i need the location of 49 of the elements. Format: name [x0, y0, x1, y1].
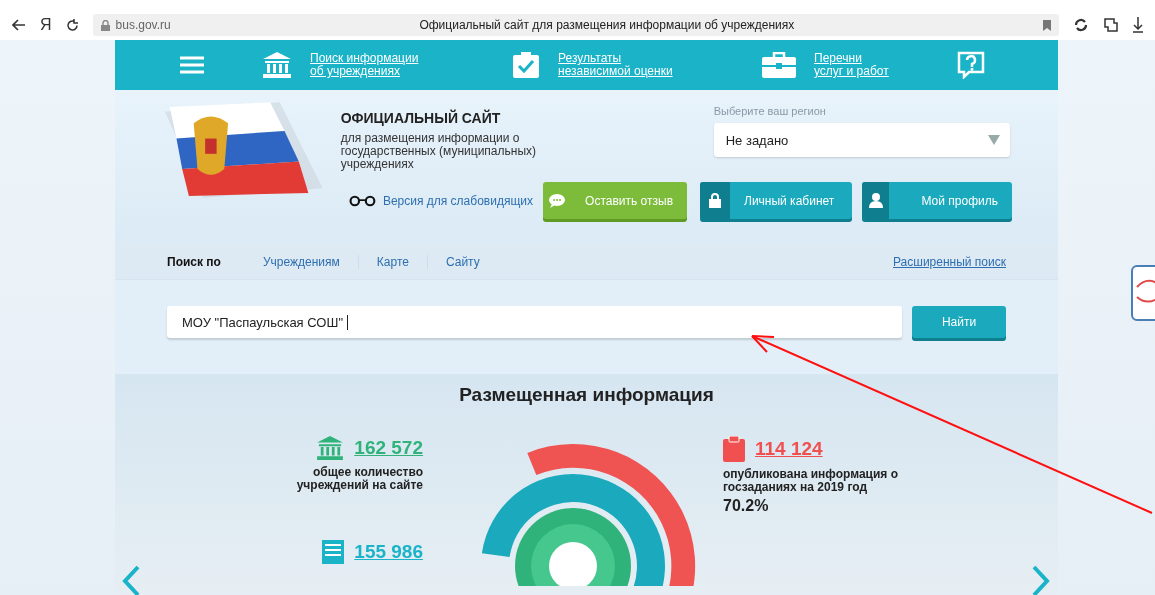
browser-logo[interactable]: Я — [40, 16, 52, 34]
feedback-button[interactable]: Оставить отзыв — [543, 182, 687, 219]
bookmark-icon[interactable] — [1043, 19, 1051, 31]
page-title: Официальный сайт для размещения информации об учреждениях — [418, 18, 796, 32]
extension-icon[interactable] — [1103, 17, 1119, 33]
help-icon[interactable] — [957, 51, 985, 79]
search-button[interactable]: Найти — [912, 306, 1006, 338]
region-select[interactable]: Не задано — [713, 123, 1010, 157]
search-tab[interactable]: Учреждениям — [262, 255, 358, 269]
advanced-search-link[interactable]: Расширенный поиск — [893, 255, 1006, 269]
lock-icon — [100, 19, 110, 31]
checklist-icon — [512, 52, 540, 78]
site-title: ОФИЦИАЛЬНЫЙ САЙТ — [340, 110, 502, 126]
search-field[interactable]: МОУ "Паспаульская СОШ" — [167, 306, 902, 338]
building-icon — [262, 52, 292, 78]
service-badge-icon[interactable] — [1131, 265, 1155, 321]
reload-icon[interactable] — [65, 18, 79, 32]
dropdown-arrow-icon — [988, 135, 1000, 145]
chevron-right-icon[interactable] — [1030, 565, 1052, 595]
speech-bubble-icon — [549, 193, 566, 208]
chevron-left-icon[interactable] — [120, 565, 142, 595]
search-by-label: Поиск по — [167, 255, 221, 269]
stat-percent: 70.2% — [723, 497, 770, 515]
nav-link[interactable]: Перечни услуг и работ — [814, 52, 889, 78]
menu-icon[interactable] — [180, 56, 204, 74]
search-tab[interactable]: Карте — [357, 255, 427, 269]
lock-icon — [709, 193, 721, 208]
search-tab[interactable]: Сайту — [426, 255, 498, 269]
stat-caption: опубликована информация о госзаданиях на 2019 год — [723, 468, 899, 494]
sync-icon[interactable] — [1073, 17, 1089, 33]
stat-number[interactable]: 162 572 — [354, 437, 423, 459]
address-bar[interactable]: bus.gov.ru Официальный сайт для размещения информации об учреждениях — [92, 14, 1059, 36]
accessibility-link[interactable]: Версия для слабовидящих — [348, 193, 533, 208]
stat-caption: общее количество учреждений на сайте — [295, 466, 423, 492]
url-text: bus.gov.ru — [115, 18, 171, 32]
person-icon — [868, 193, 883, 208]
account-button[interactable]: Личный кабинет — [700, 182, 852, 219]
download-icon[interactable] — [1133, 17, 1143, 33]
section-title: Размещенная информация — [458, 383, 715, 406]
stat-number[interactable]: 155 986 — [354, 541, 423, 563]
stat-number[interactable]: 114 124 — [755, 438, 823, 460]
nav-link[interactable]: Результаты независимой оценки — [558, 52, 673, 78]
back-icon[interactable] — [12, 19, 26, 31]
nav-link[interactable]: Поиск информации об учреждениях — [310, 52, 419, 78]
region-label: Выберите ваш регион — [713, 105, 827, 117]
briefcase-icon — [762, 52, 796, 78]
site-subtitle: для размещения информации о государственных (муниципальных) учреждениях — [340, 132, 538, 171]
glasses-icon — [348, 194, 377, 207]
profile-button[interactable]: Мой профиль — [862, 182, 1012, 219]
